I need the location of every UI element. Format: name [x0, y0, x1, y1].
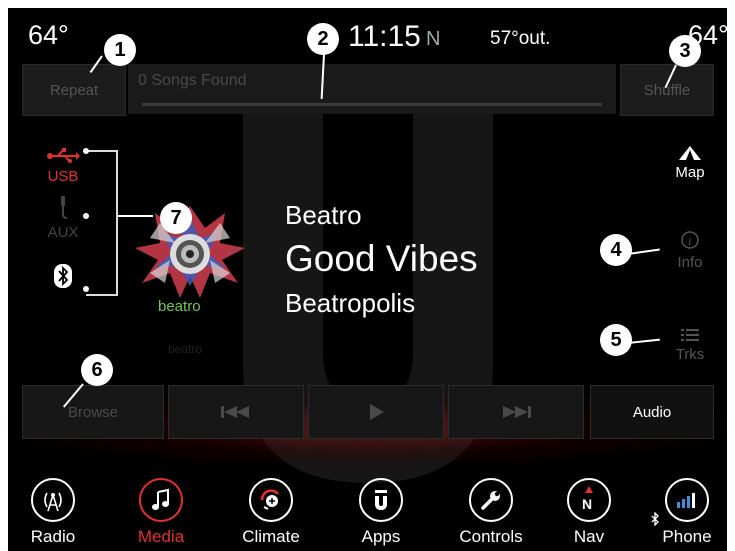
repeat-button[interactable]: Repeat	[22, 64, 126, 116]
source-usb-label: USB	[47, 168, 79, 185]
compass-icon: N	[567, 478, 611, 522]
callout-7: 7	[160, 202, 192, 234]
bracket-dot	[83, 148, 89, 154]
music-note-icon	[139, 478, 183, 522]
info-button[interactable]: i Info	[660, 230, 720, 271]
nav-apps-label: Apps	[361, 527, 401, 546]
nav-phone-label: Phone	[662, 527, 712, 546]
source-aux-label: AUX	[47, 224, 79, 241]
previous-track-button[interactable]	[168, 385, 304, 439]
main-nav-bar: Radio Media Climate Apps Controls N Nav …	[8, 470, 727, 551]
shuffle-button[interactable]: Shuffle	[620, 64, 714, 116]
callout-leader	[627, 248, 660, 255]
playback-controls: Browse Audio	[22, 385, 714, 439]
callout-6: 6	[81, 354, 113, 386]
radio-icon	[31, 478, 75, 522]
compass-heading: N	[426, 28, 441, 50]
callout-1: 1	[104, 34, 136, 66]
bracket-dot	[83, 286, 89, 292]
apps-icon	[359, 478, 403, 522]
progress-track[interactable]	[142, 103, 602, 106]
nav-media-label: Media	[137, 527, 185, 546]
nav-radio[interactable]: Radio	[8, 470, 98, 547]
browse-button[interactable]: Browse	[22, 385, 164, 439]
svg-text:i: i	[688, 234, 691, 248]
climate-icon	[249, 478, 293, 522]
album-art-reflection: beatro	[168, 342, 203, 356]
audio-button[interactable]: Audio	[590, 385, 714, 439]
tracks-button[interactable]: Trks	[660, 328, 720, 363]
nav-phone[interactable]: Phone	[642, 470, 727, 547]
source-bluetooth-button[interactable]	[38, 263, 88, 293]
usb-icon	[47, 148, 80, 163]
nav-radio-label: Radio	[30, 527, 76, 546]
song-progress-bar[interactable]: 0 Songs Found	[128, 64, 616, 114]
nav-nav[interactable]: N Nav	[544, 470, 634, 547]
bluetooth-icon	[54, 264, 72, 288]
callout-5: 5	[600, 324, 632, 356]
nav-climate-label: Climate	[242, 527, 300, 546]
nav-apps[interactable]: Apps	[336, 470, 426, 547]
callout-leader	[118, 215, 153, 217]
bracket-dot	[83, 213, 89, 219]
album-art-label: beatro	[158, 298, 201, 315]
callout-2: 2	[307, 23, 339, 55]
driver-temperature[interactable]: 64°	[28, 20, 69, 51]
wrench-icon	[469, 478, 513, 522]
callout-leader	[627, 338, 660, 344]
nav-media[interactable]: Media	[116, 470, 206, 547]
info-label: Info	[677, 254, 703, 271]
callout-3: 3	[669, 35, 701, 67]
media-screen: 64° 11:15 N 57°out. 64° Repeat 0 Songs F…	[8, 8, 727, 551]
callout-4: 4	[600, 234, 632, 266]
tracks-label: Trks	[675, 346, 705, 363]
bluetooth-status-icon	[651, 512, 659, 526]
outside-temperature: 57°out.	[490, 28, 551, 49]
nav-climate[interactable]: Climate	[226, 470, 316, 547]
clock: 11:15	[348, 20, 421, 53]
source-usb-button[interactable]: USB	[38, 148, 88, 185]
info-icon: i	[681, 231, 699, 249]
signal-strength-icon	[665, 478, 709, 522]
album-name: Beatropolis	[285, 288, 416, 318]
play-icon	[370, 404, 384, 420]
map-label: Map	[675, 164, 705, 181]
map-button[interactable]: Map	[660, 146, 720, 181]
source-aux-button[interactable]: AUX	[38, 196, 88, 241]
svg-text:N: N	[582, 496, 592, 512]
songs-found-label: 0 Songs Found	[138, 72, 247, 89]
artist-name: Beatro	[285, 200, 362, 230]
skip-back-icon	[221, 406, 249, 418]
next-track-button[interactable]	[448, 385, 584, 439]
nav-controls[interactable]: Controls	[446, 470, 536, 547]
nav-nav-label: Nav	[573, 527, 605, 546]
nav-controls-label: Controls	[459, 527, 523, 546]
song-title: Good Vibes	[285, 238, 478, 279]
skip-forward-icon	[503, 406, 531, 418]
map-icon	[679, 146, 701, 160]
play-button[interactable]	[308, 385, 444, 439]
aux-icon	[61, 196, 68, 219]
source-bracket	[86, 150, 118, 296]
track-list-icon	[681, 329, 699, 341]
